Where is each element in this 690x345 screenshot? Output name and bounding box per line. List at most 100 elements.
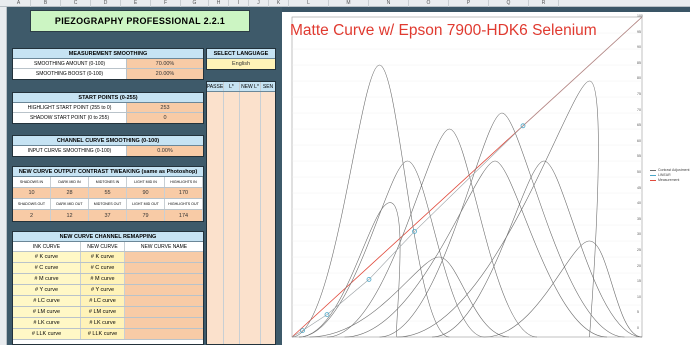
shadow-start-value[interactable]: 0 <box>127 113 203 123</box>
new-curve-cell[interactable]: # K curve <box>81 252 125 262</box>
language-header: SELECT LANGUAGE <box>207 49 275 59</box>
new-curve-name-cell[interactable] <box>125 318 203 328</box>
chart-title: Matte Curve w/ Epson 7900-HDK6 Selenium <box>290 22 597 39</box>
out-values-4[interactable]: 174 <box>165 210 203 221</box>
out-values-1[interactable]: 12 <box>51 210 89 221</box>
input-smoothing-value[interactable]: 0.00% <box>127 146 203 156</box>
column-letter[interactable]: P <box>449 0 489 7</box>
y-tick-label: 10 <box>637 294 641 299</box>
column-letter[interactable]: D <box>91 0 121 7</box>
ink-curve-cell: # LLK curve <box>13 329 81 339</box>
measurement-smoothing-box: MEASUREMENT SMOOTHING SMOOTHING AMOUNT (… <box>12 48 204 80</box>
in-labels-3: LIGHT MID IN <box>127 177 165 187</box>
remap-row: # LM curve # LM curve <box>13 307 203 318</box>
ink-curve <box>344 160 608 338</box>
out-values-2[interactable]: 37 <box>89 210 127 221</box>
out-labels-2: MIDTONES OUT <box>89 199 127 209</box>
legend-measurement: Measurement <box>658 178 680 182</box>
y-tick-label: 40 <box>637 201 641 206</box>
new-curve-cell[interactable]: # LK curve <box>81 318 125 328</box>
column-letter[interactable]: C <box>61 0 91 7</box>
new-curve-name-cell[interactable] <box>125 296 203 306</box>
new-curve-cell[interactable]: # M curve <box>81 274 125 284</box>
y-tick-label: 100 <box>637 14 643 18</box>
start-points-box: START POINTS (0-255) HIGHLIGHT START POI… <box>12 92 204 124</box>
in-labels-0: SHADOWS IN <box>13 177 51 187</box>
new-curve-name-cell[interactable] <box>125 307 203 317</box>
out-values-3[interactable]: 79 <box>127 210 165 221</box>
chart-legend: Contrast Adjustment LINEAR Measurement <box>650 168 690 183</box>
col-passe: PASSE <box>206 82 224 91</box>
column-letter[interactable]: Q <box>489 0 529 7</box>
column-letter[interactable]: N <box>369 0 409 7</box>
column-letter[interactable]: H <box>209 0 229 7</box>
column-header-strip: ABCDEFGHIJKLMNOPQR <box>0 0 690 7</box>
ink-curve-cell: # C curve <box>13 263 81 273</box>
y-tick-label: 15 <box>637 279 641 284</box>
out-labels-3: LIGHT MID OUT <box>127 199 165 209</box>
in-labels-4: HIGHLIGHTS IN <box>165 177 203 187</box>
new-curve-name-cell[interactable] <box>125 274 203 284</box>
out-labels-1: DARK MID OUT <box>51 199 89 209</box>
new-curve-name-cell[interactable] <box>125 329 203 339</box>
new-curve-name-cell[interactable] <box>125 263 203 273</box>
column-letter[interactable]: R <box>529 0 559 7</box>
smoothing-amount-value[interactable]: 70.00% <box>127 59 203 68</box>
column-letter[interactable]: G <box>181 0 209 7</box>
ink-curve-cell: # LC curve <box>13 296 81 306</box>
in-labels-2: MIDTONES IN <box>89 177 127 187</box>
start-points-header: START POINTS (0-255) <box>13 93 203 103</box>
y-tick-label: 25 <box>637 248 641 252</box>
y-tick-label: 50 <box>637 170 641 174</box>
in-values-4[interactable]: 170 <box>165 188 203 198</box>
new-curve-col: NEW CURVE <box>81 242 125 251</box>
y-tick-label: 70 <box>637 107 641 112</box>
column-letter[interactable]: J <box>249 0 269 7</box>
app-title: PIEZOGRAPHY PROFESSIONAL 2.2.1 <box>30 10 250 32</box>
column-letter[interactable]: O <box>409 0 449 7</box>
new-curve-name-cell[interactable] <box>125 285 203 295</box>
new-curve-cell[interactable]: # LLK curve <box>81 329 125 339</box>
curve-chart <box>282 12 690 345</box>
in-values-0[interactable]: 10 <box>13 188 51 198</box>
contrast-header: NEW CURVE OUTPUT CONTRAST TWEAKING (same… <box>13 167 203 177</box>
new-curve-cell[interactable]: # LC curve <box>81 296 125 306</box>
remap-row: # C curve # C curve <box>13 263 203 274</box>
column-letter[interactable]: L <box>289 0 329 7</box>
smoothing-boost-value[interactable]: 20.00% <box>127 69 203 79</box>
col-sen: SEN <box>262 83 274 90</box>
y-tick-label: 75 <box>637 92 641 96</box>
highlight-start-label: HIGHLIGHT START POINT (255 to 0) <box>13 103 127 112</box>
new-curve-cell[interactable]: # LM curve <box>81 307 125 317</box>
remap-row: # M curve # M curve <box>13 274 203 285</box>
remapping-header: NEW CURVE CHANNEL REMAPPING <box>13 232 203 242</box>
shadow-start-label: SHADOW START POINT (0 to 255) <box>13 113 127 123</box>
y-tick-label: 55 <box>637 154 641 159</box>
column-letter[interactable]: M <box>329 0 369 7</box>
y-tick-label: 45 <box>637 185 641 190</box>
in-values-2[interactable]: 55 <box>89 188 127 198</box>
curve-chart-svg <box>291 16 643 338</box>
ink-curve-col: INK CURVE <box>13 242 81 251</box>
measurement-smoothing-header: MEASUREMENT SMOOTHING <box>13 49 203 59</box>
y-tick-label: 95 <box>637 29 641 34</box>
new-curve-name-cell[interactable] <box>125 252 203 262</box>
y-tick-label: 0 <box>637 326 639 330</box>
channel-smoothing-header: CHANNEL CURVE SMOOTHING (0-100) <box>13 136 203 146</box>
column-letter[interactable]: B <box>31 0 61 7</box>
column-letter[interactable]: I <box>229 0 249 7</box>
highlight-start-value[interactable]: 253 <box>127 103 203 112</box>
new-curve-cell[interactable]: # C curve <box>81 263 125 273</box>
column-letter[interactable]: E <box>121 0 151 7</box>
ink-curve <box>431 160 643 338</box>
in-values-3[interactable]: 90 <box>127 188 165 198</box>
column-letter[interactable]: K <box>269 0 289 7</box>
column-letter[interactable]: A <box>7 0 31 7</box>
in-values-1[interactable]: 28 <box>51 188 89 198</box>
out-values-0[interactable]: 2 <box>13 210 51 221</box>
column-letter[interactable]: F <box>151 0 181 7</box>
language-select[interactable]: English <box>207 59 275 69</box>
new-curve-cell[interactable]: # Y curve <box>81 285 125 295</box>
y-tick-label: 85 <box>637 60 641 65</box>
input-smoothing-label: INPUT CURVE SMOOTHING (0-100) <box>13 146 127 156</box>
